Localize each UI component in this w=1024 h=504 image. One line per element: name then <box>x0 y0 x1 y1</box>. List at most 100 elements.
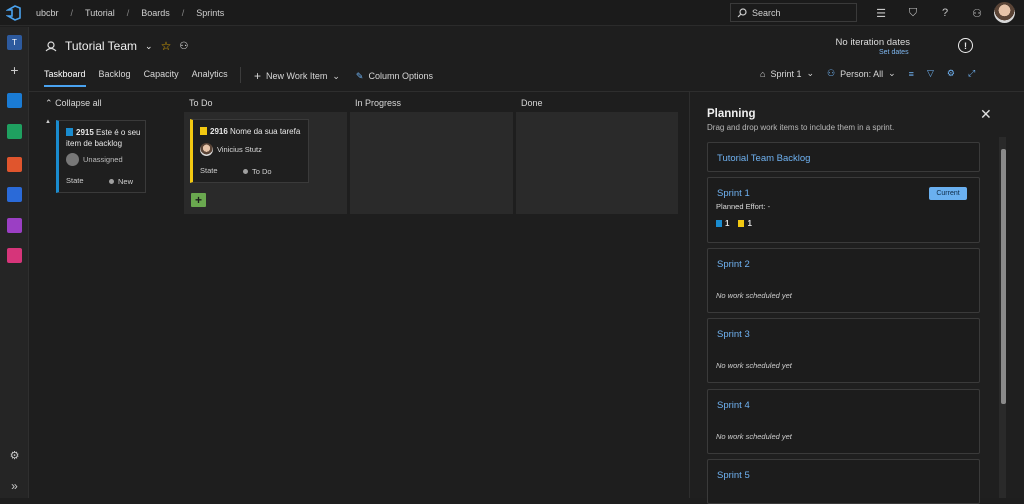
top-bar: ubcbr / Tutorial / Boards / Sprints Sear… <box>0 0 1024 26</box>
tab-taskboard[interactable]: Taskboard <box>44 69 86 87</box>
gear-icon[interactable]: ⚙ <box>7 449 22 464</box>
sprint-5-link[interactable]: Sprint 5 <box>717 470 750 481</box>
right-toolbar: ⌂ Sprint 1 ⌄ ⚇ Person: All ⌄ ≡ ▽ ⚙ ⤢ <box>760 68 975 79</box>
sprint-3-link[interactable]: Sprint 3 <box>717 329 750 340</box>
planning-pane: Planning Drag and drop work items to inc… <box>689 92 1024 504</box>
alert-icon[interactable]: ! <box>958 38 973 53</box>
favorite-star-icon[interactable]: ☆ <box>161 39 172 53</box>
chevron-down-icon: ⌄ <box>806 68 815 78</box>
team-members-icon[interactable]: ⚇ <box>179 41 188 52</box>
column-header-done: Done <box>521 98 543 108</box>
search-icon <box>737 7 747 17</box>
state-value[interactable]: To Do <box>243 167 272 176</box>
assignee-name: Vinicius Stutz <box>217 145 262 154</box>
card-assignee[interactable]: Unassigned <box>66 153 123 166</box>
backlog-item-card[interactable]: 2915 Este é o seu item de backlog Unassi… <box>56 120 146 193</box>
sprint-picker[interactable]: ⌂ Sprint 1 ⌄ <box>760 68 814 79</box>
filter-icon[interactable]: ▽ <box>927 68 934 79</box>
breadcrumb-sprints[interactable]: Sprints <box>196 8 224 18</box>
tab-analytics[interactable]: Analytics <box>192 69 228 87</box>
overview-icon[interactable] <box>7 93 22 108</box>
task-card[interactable]: 2916 Nome da sua tarefa Vinicius Stutz S… <box>190 119 309 183</box>
sprint-2-link[interactable]: Sprint 2 <box>717 259 750 270</box>
azure-devops-logo-icon[interactable] <box>0 0 28 26</box>
no-work-text: No work scheduled yet <box>716 432 792 441</box>
boards-icon[interactable] <box>7 124 22 139</box>
breadcrumb-separator: / <box>181 7 185 18</box>
sprint-4-link[interactable]: Sprint 4 <box>717 400 750 411</box>
unassigned-avatar-icon <box>66 153 79 166</box>
column-options-label: Column Options <box>368 71 433 81</box>
calendar-icon: ⌂ <box>760 68 766 79</box>
backlog-item-icon <box>66 128 73 136</box>
person-filter[interactable]: ⚇ Person: All ⌄ <box>827 68 896 79</box>
user-avatar[interactable] <box>994 2 1015 23</box>
settings-icon[interactable]: ⚙ <box>947 68 955 79</box>
pipelines-icon[interactable] <box>7 187 22 202</box>
collapse-icon: ⌃ <box>45 98 53 108</box>
breadcrumb-boards[interactable]: Boards <box>141 8 170 18</box>
planned-effort: Planned Effort: - <box>716 202 771 211</box>
state-text: New <box>118 177 134 186</box>
backlog-item-icon <box>716 220 722 227</box>
view-options-icon[interactable]: ≡ <box>909 69 914 79</box>
chevron-down-icon: ⌄ <box>332 70 340 81</box>
backlog-link[interactable]: Tutorial Team Backlog <box>717 153 810 164</box>
lane-in-progress <box>350 112 513 214</box>
column-options-button[interactable]: ✎ Column Options <box>356 69 433 83</box>
add-task-button[interactable]: + <box>191 193 206 207</box>
actions-bar: + New Work Item ⌄ ✎ Column Options <box>254 69 433 83</box>
collapse-all-button[interactable]: ⌃ Collapse all <box>45 98 102 109</box>
shopping-bag-icon[interactable]: ⛉ <box>904 4 922 22</box>
sprint-1-link[interactable]: Sprint 1 <box>717 188 750 199</box>
card-assignee[interactable]: Vinicius Stutz <box>200 143 262 156</box>
collapse-all-label: Collapse all <box>55 98 102 108</box>
assignee-avatar <box>200 143 213 156</box>
repos-icon[interactable] <box>7 157 22 172</box>
sprint-box-1[interactable]: Sprint 1 Current Planned Effort: - 1 1 <box>707 177 980 243</box>
project-avatar-icon[interactable]: T <box>7 35 22 50</box>
user-settings-icon[interactable]: ⚇ <box>968 4 986 22</box>
breadcrumb-org[interactable]: ubcbr <box>36 8 59 18</box>
search-input[interactable]: Search <box>730 3 857 22</box>
close-icon[interactable]: ✕ <box>980 106 992 123</box>
test-plans-icon[interactable] <box>7 218 22 233</box>
tab-capacity[interactable]: Capacity <box>144 69 179 87</box>
list-settings-icon[interactable]: ☰ <box>872 4 890 22</box>
person-filter-label: Person: All <box>840 68 884 79</box>
lane-done <box>516 112 678 214</box>
iteration-status: No iteration dates <box>835 37 910 48</box>
planning-subtitle: Drag and drop work items to include them… <box>707 123 895 132</box>
new-work-item-button[interactable]: + New Work Item ⌄ <box>254 69 340 83</box>
row-expand-icon[interactable]: ▲ <box>45 119 51 125</box>
card-title[interactable]: 2916 Nome da sua tarefa <box>200 126 308 137</box>
breadcrumb: ubcbr / Tutorial / Boards / Sprints <box>36 8 224 18</box>
team-selector[interactable]: Tutorial Team ⌄ ☆ ⚇ <box>45 39 188 53</box>
state-dot-icon <box>243 169 248 174</box>
sprint-box-4[interactable]: Sprint 4 No work scheduled yet <box>707 389 980 454</box>
artifacts-icon[interactable] <box>7 248 22 263</box>
current-badge: Current <box>929 187 967 200</box>
card-title-text: Nome da sua tarefa <box>230 127 301 136</box>
breadcrumb-separator: / <box>126 7 130 18</box>
add-icon[interactable]: + <box>7 63 22 79</box>
backlog-box[interactable]: Tutorial Team Backlog <box>707 142 980 172</box>
taskboard: ⌃ Collapse all To Do In Progress Done ▲ … <box>29 92 689 498</box>
card-title[interactable]: 2915 Este é o seu item de backlog <box>66 127 146 149</box>
expand-nav-icon[interactable]: » <box>7 479 22 494</box>
task-count: 1 <box>747 219 752 228</box>
state-value[interactable]: New <box>109 177 133 186</box>
chevron-down-icon[interactable]: ⌄ <box>145 41 153 52</box>
tab-backlog[interactable]: Backlog <box>99 69 131 87</box>
help-icon[interactable]: ? <box>936 4 954 22</box>
fullscreen-icon[interactable]: ⤢ <box>968 68 975 79</box>
set-dates-link[interactable]: Set dates <box>879 49 909 56</box>
scrollbar-thumb[interactable] <box>1001 149 1006 404</box>
sprint-box-3[interactable]: Sprint 3 No work scheduled yet <box>707 318 980 383</box>
state-text: To Do <box>252 167 272 176</box>
breadcrumb-project[interactable]: Tutorial <box>85 8 115 18</box>
breadcrumb-separator: / <box>70 7 74 18</box>
task-icon <box>738 220 745 227</box>
sprint-box-2[interactable]: Sprint 2 No work scheduled yet <box>707 248 980 313</box>
sprint-box-5[interactable]: Sprint 5 <box>707 459 980 504</box>
